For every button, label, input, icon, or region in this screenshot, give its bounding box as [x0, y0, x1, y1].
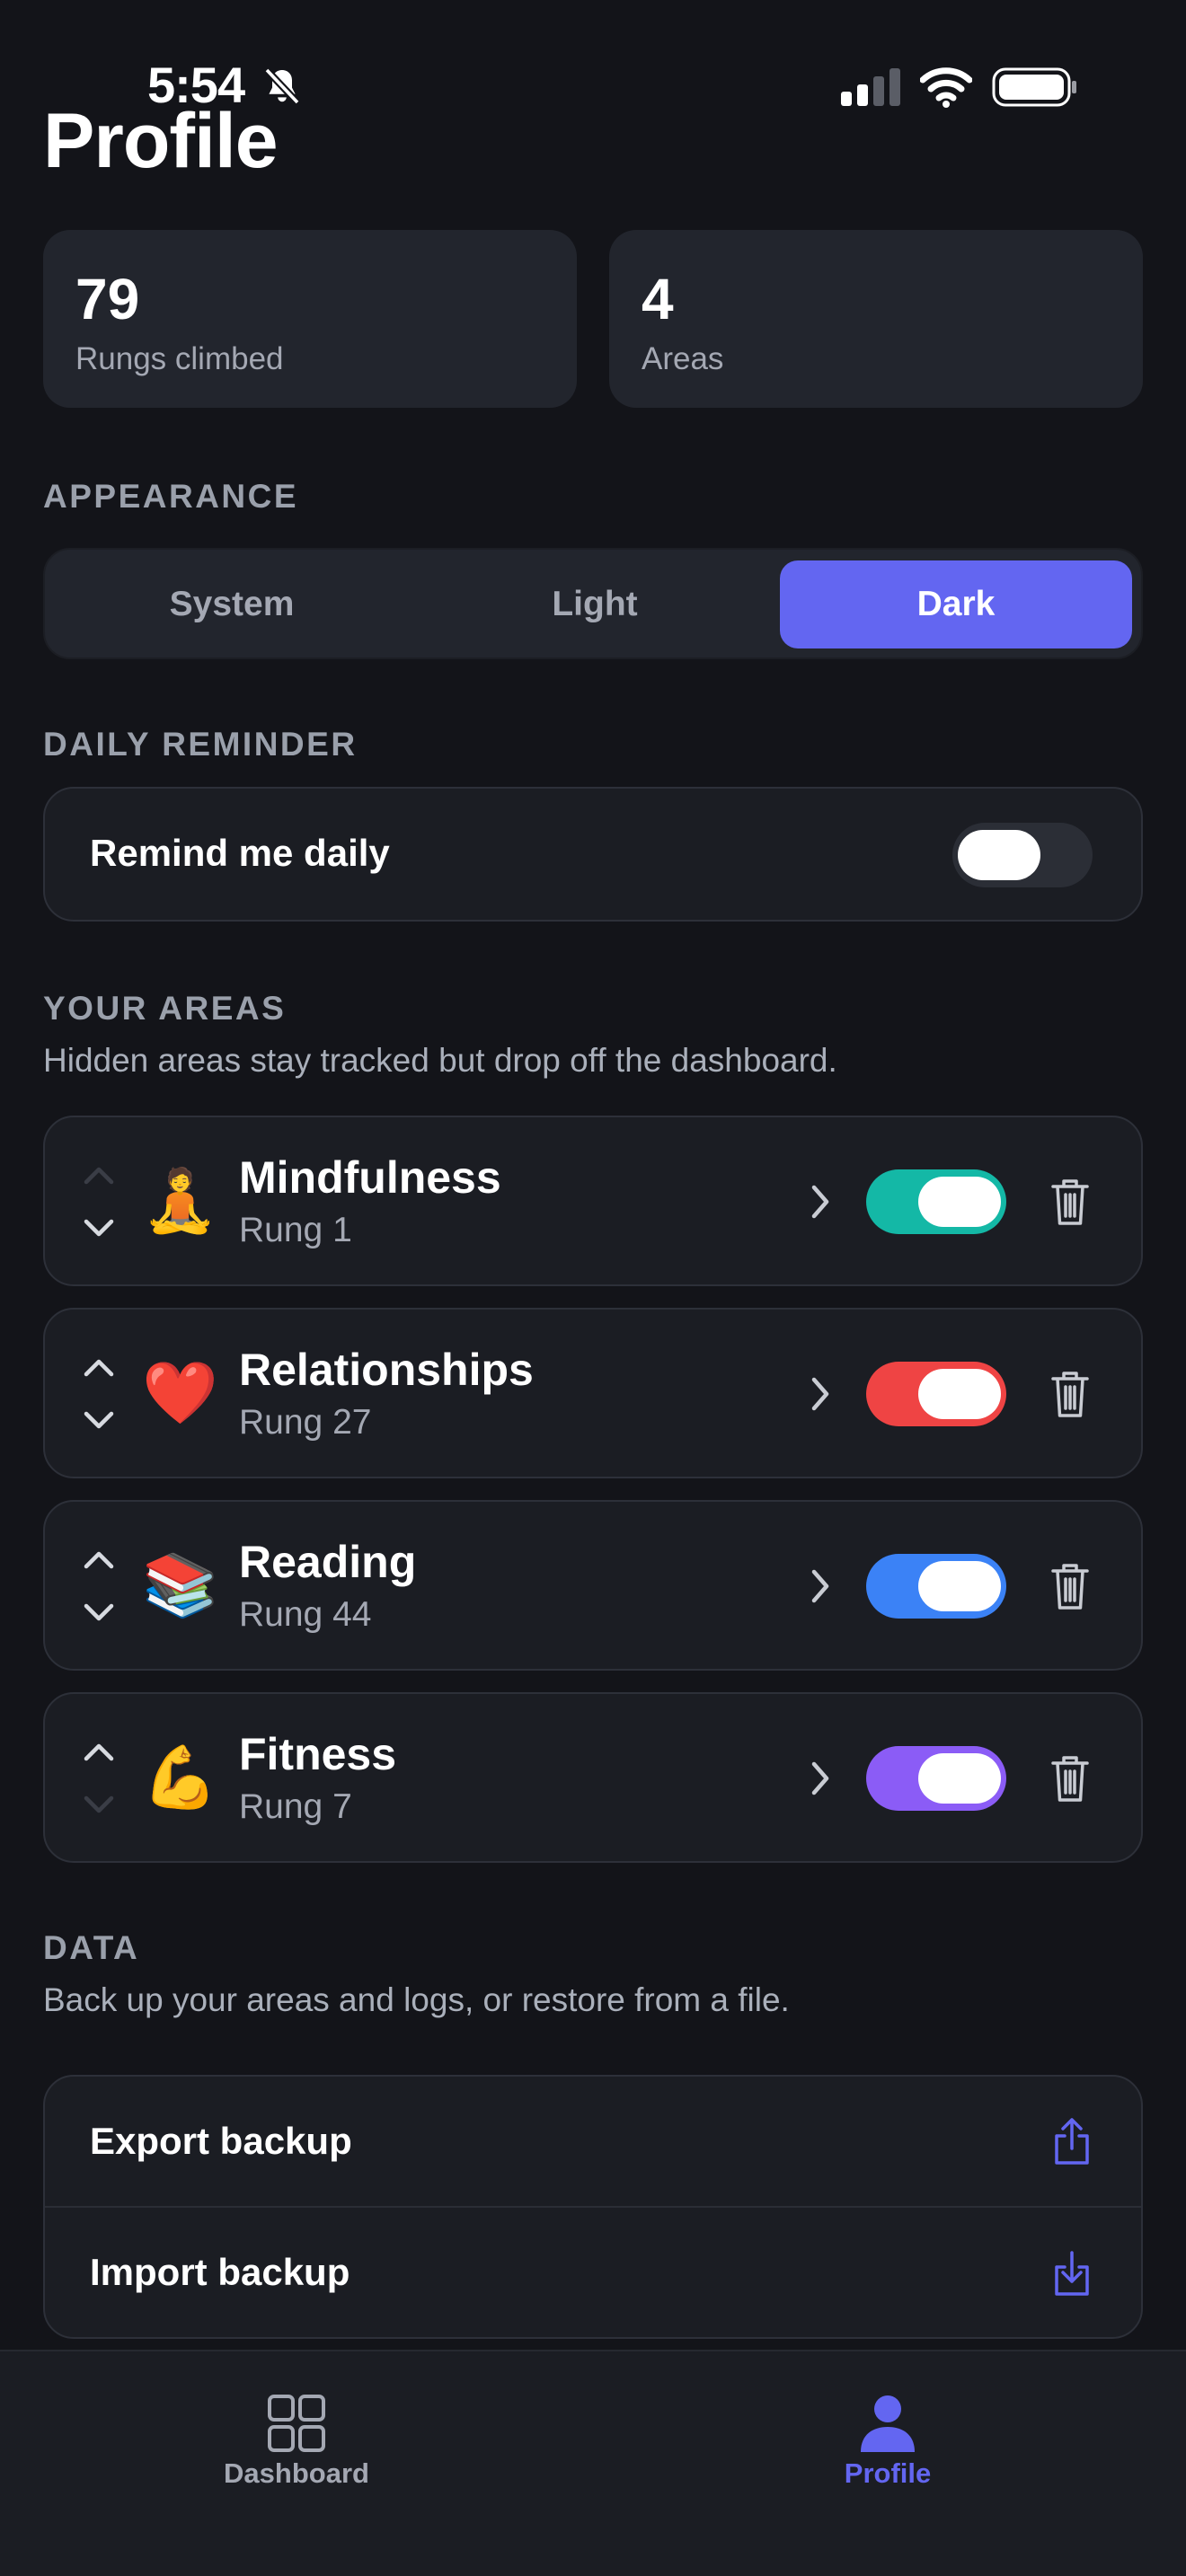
toggle-knob [918, 1561, 1001, 1611]
chevron-right-icon[interactable] [807, 1566, 834, 1606]
export-backup-row[interactable]: Export backup [45, 2077, 1141, 2206]
trash-icon[interactable] [1049, 1369, 1091, 1419]
flexed-biceps-emoji-icon: 💪 [142, 1743, 218, 1812]
data-description: Back up your areas and logs, or restore … [43, 1981, 790, 2018]
rungs-label: Rungs climbed [75, 341, 284, 376]
trash-icon[interactable] [1049, 1561, 1091, 1611]
area-rung: Rung 44 [239, 1595, 372, 1634]
chevron-right-icon[interactable] [807, 1759, 834, 1798]
area-name: Reading [239, 1537, 417, 1587]
toggle-knob [918, 1369, 1001, 1419]
battery-icon [992, 67, 1076, 107]
area-visibility-toggle[interactable] [866, 1554, 1006, 1619]
profile-screen: 5:54 Profile 79 Rungs climbed 4 Areas AP… [0, 0, 1186, 2576]
toggle-knob [918, 1753, 1001, 1804]
appearance-option-system[interactable]: System [56, 560, 408, 648]
heart-emoji-icon: ❤️ [142, 1359, 218, 1427]
rungs-count: 79 [75, 267, 140, 331]
area-visibility-toggle[interactable] [866, 1362, 1006, 1426]
download-icon [1055, 2251, 1089, 2296]
move-up-icon[interactable] [81, 1356, 117, 1378]
appearance-option-dark[interactable]: Dark [780, 560, 1132, 648]
backup-card: Export backup Import backup [43, 2075, 1143, 2339]
move-up-icon[interactable] [81, 1548, 117, 1570]
daily-reminder-toggle[interactable] [952, 823, 1093, 887]
tab-profile-label: Profile [844, 2457, 932, 2489]
area-card-relationships[interactable]: ❤️ Relationships Rung 27 [43, 1308, 1143, 1478]
toggle-knob [918, 1177, 1001, 1227]
move-down-icon[interactable] [81, 1218, 117, 1239]
import-backup-row[interactable]: Import backup [45, 2208, 1141, 2339]
import-backup-label: Import backup [90, 2251, 350, 2293]
move-down-icon[interactable] [81, 1410, 117, 1432]
cellular-signal-icon [841, 68, 900, 106]
areas-count: 4 [642, 267, 674, 331]
appearance-segmented-control: System Light Dark [43, 548, 1143, 659]
daily-reminder-card: Remind me daily [43, 787, 1143, 922]
your-areas-description: Hidden areas stay tracked but drop off t… [43, 1042, 837, 1079]
tab-bar: Dashboard Profile [0, 2350, 1186, 2576]
areas-label: Areas [642, 341, 724, 376]
area-name: Relationships [239, 1345, 534, 1395]
move-down-icon [84, 1795, 114, 1813]
remind-me-label: Remind me daily [90, 832, 390, 874]
books-emoji-icon: 📚 [142, 1551, 218, 1619]
area-visibility-toggle[interactable] [866, 1169, 1006, 1234]
move-up-icon[interactable] [81, 1741, 117, 1762]
tab-dashboard[interactable]: Dashboard [162, 2371, 431, 2489]
area-name: Fitness [239, 1729, 397, 1779]
chevron-right-icon[interactable] [807, 1374, 834, 1414]
page-title: Profile [43, 98, 279, 184]
area-card-mindfulness[interactable]: 🧘 Mindfulness Rung 1 [43, 1116, 1143, 1286]
data-section-label: DATA [43, 1929, 140, 1966]
areas-stat-card: 4 Areas [609, 230, 1143, 408]
trash-icon[interactable] [1049, 1753, 1091, 1804]
appearance-option-light[interactable]: Light [419, 560, 771, 648]
chevron-right-icon[interactable] [807, 1182, 834, 1222]
grid-icon [268, 2395, 325, 2452]
daily-reminder-section-label: DAILY REMINDER [43, 726, 358, 763]
tab-dashboard-label: Dashboard [224, 2457, 369, 2489]
your-areas-section-label: YOUR AREAS [43, 990, 287, 1027]
person-icon [861, 2395, 915, 2452]
move-down-icon[interactable] [81, 1602, 117, 1624]
meditation-emoji-icon: 🧘 [142, 1167, 218, 1235]
move-up-icon [84, 1167, 114, 1185]
area-rung: Rung 1 [239, 1211, 352, 1249]
toggle-knob [958, 830, 1040, 880]
appearance-section-label: APPEARANCE [43, 478, 299, 515]
area-visibility-toggle[interactable] [866, 1746, 1006, 1811]
export-backup-label: Export backup [90, 2120, 352, 2162]
share-upload-icon [1055, 2118, 1089, 2165]
area-card-reading[interactable]: 📚 Reading Rung 44 [43, 1500, 1143, 1671]
area-rung: Rung 27 [239, 1403, 372, 1442]
wifi-icon [920, 67, 972, 108]
area-card-fitness[interactable]: 💪 Fitness Rung 7 [43, 1692, 1143, 1863]
tab-profile[interactable]: Profile [753, 2371, 1022, 2489]
area-name: Mindfulness [239, 1152, 501, 1203]
trash-icon[interactable] [1049, 1177, 1091, 1227]
area-rung: Rung 7 [239, 1787, 352, 1826]
rungs-stat-card: 79 Rungs climbed [43, 230, 577, 408]
